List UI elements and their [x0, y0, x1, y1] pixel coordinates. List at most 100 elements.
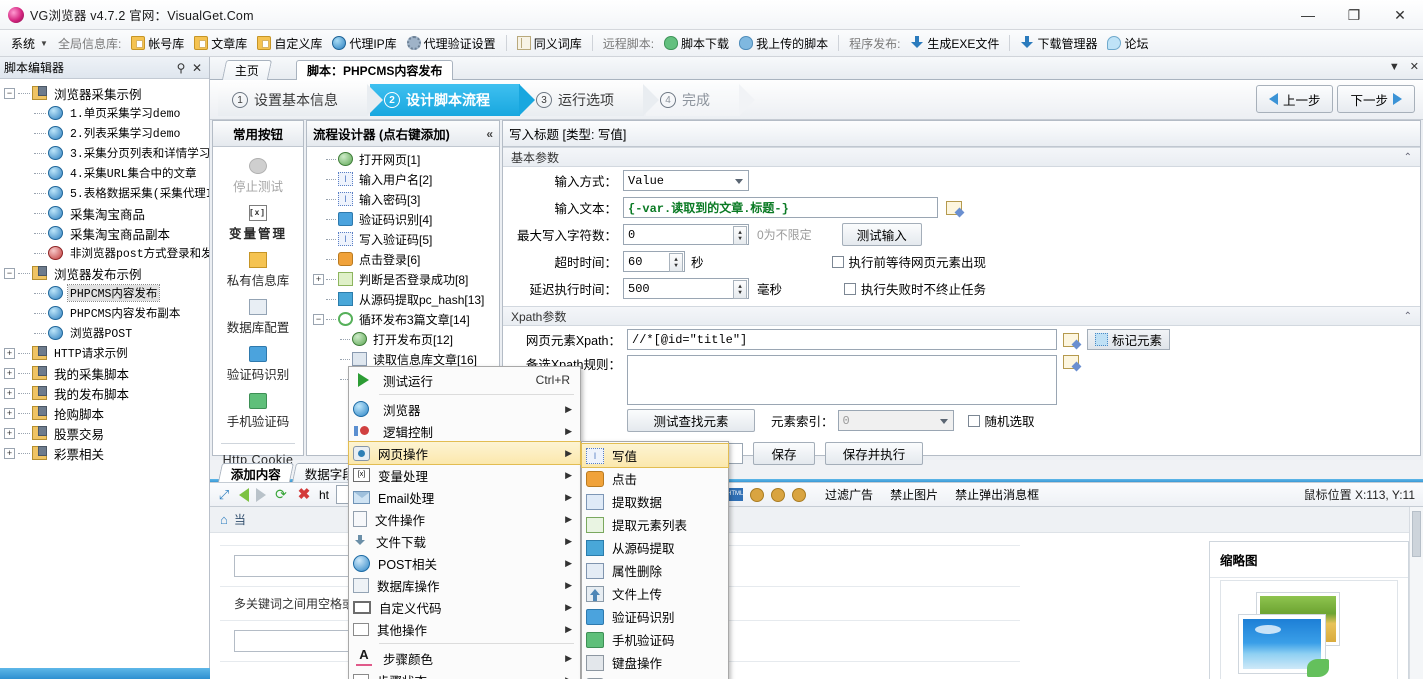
menu-system[interactable]: 系统 ▼ [6, 32, 53, 54]
context-menu-item[interactable]: 逻辑控制▶ [349, 420, 580, 442]
tree-item[interactable]: −浏览器采集示例 [0, 83, 209, 103]
quick-button-variable[interactable]: [x]变量管理 [213, 202, 303, 249]
menu-my-uploaded-scripts[interactable]: 我上传的脚本 [734, 32, 833, 54]
menu-forum[interactable]: 论坛 [1102, 32, 1153, 54]
submenu-item[interactable]: 键盘操作 [582, 651, 728, 674]
context-menu-item[interactable]: 文件操作▶ [349, 508, 580, 530]
pin-icon[interactable]: ⚲ [173, 61, 189, 75]
prev-step-button[interactable]: 上一步 [1256, 85, 1334, 113]
chevron-up-icon[interactable]: ⌃ [1404, 311, 1412, 322]
maximize-button[interactable]: ❐ [1331, 0, 1377, 30]
flow-node[interactable]: 打开发布页[12] [307, 329, 499, 349]
tree-item[interactable]: 3.采集分页列表和详情学习d [0, 143, 209, 163]
input-mode-select[interactable]: Value [623, 170, 749, 191]
menu-download-manager[interactable]: 下载管理器 [1015, 32, 1102, 54]
tree-expander-icon[interactable]: − [4, 268, 15, 279]
tree-item[interactable]: 非浏览器post方式登录和发布 [0, 243, 209, 263]
test-input-button[interactable]: 测试输入 [842, 223, 922, 246]
tree-item[interactable]: 1.单页采集学习demo [0, 103, 209, 123]
save-button[interactable]: 保存 [753, 442, 815, 465]
tree-expander-icon[interactable]: + [4, 388, 15, 399]
tab-home[interactable]: 主页 [222, 60, 272, 80]
max-chars-input[interactable]: 0 ▲▼ [623, 224, 749, 245]
quick-button-database[interactable]: 数据库配置 [213, 296, 303, 343]
submenu-item[interactable]: 属性删除 [582, 559, 728, 582]
menu-script-download[interactable]: 脚本下载 [659, 32, 734, 54]
filter-ads-button[interactable]: 过滤广告 [825, 486, 873, 503]
tree-item[interactable]: −浏览器发布示例 [0, 263, 209, 283]
context-submenu-webpage-ops[interactable]: I写值点击提取数据提取元素列表从源码提取属性删除文件上传验证码识别手机验证码键盘… [581, 441, 729, 679]
context-menu-item[interactable]: 网页操作▶ [349, 442, 580, 464]
tree-expander-icon[interactable]: + [4, 408, 15, 419]
forward-icon[interactable] [256, 488, 266, 502]
flow-expander-icon[interactable]: + [313, 274, 324, 285]
wizard-step-1[interactable]: 1设置基本信息 [218, 84, 368, 116]
insert-variable-icon[interactable] [946, 201, 962, 215]
spinner-icon[interactable]: ▲▼ [669, 253, 683, 272]
input-text-field[interactable]: {-var.读取到的文章.标题-} [623, 197, 938, 218]
quick-button-folder[interactable]: 私有信息库 [213, 249, 303, 296]
submenu-item[interactable]: 从源码提取 [582, 536, 728, 559]
wizard-step-2[interactable]: 2设计脚本流程 [370, 84, 520, 116]
context-menu-item[interactable]: 浏览器▶ [349, 398, 580, 420]
menu-article-library[interactable]: 文章库 [189, 32, 252, 54]
quick-button-captcha[interactable]: 验证码识别 [213, 343, 303, 390]
block-images-button[interactable]: 禁止图片 [890, 486, 938, 503]
submenu-item[interactable]: 文件上传 [582, 582, 728, 605]
save-and-run-button[interactable]: 保存并执行 [825, 442, 923, 465]
bottom-tab[interactable]: 添加内容 [218, 463, 294, 482]
flow-expander-icon[interactable]: − [313, 314, 324, 325]
flow-node[interactable]: −循环发布3篇文章[14] [307, 309, 499, 329]
submenu-item[interactable]: 提取数据 [582, 490, 728, 513]
scrollbar-thumb[interactable] [1412, 511, 1421, 557]
insert-variable-icon[interactable] [1063, 355, 1079, 369]
tree-item[interactable]: PHPCMS内容发布 [0, 283, 209, 303]
menu-proxy-ip-library[interactable]: 代理IP库 [327, 32, 401, 54]
flow-node[interactable]: +判断是否登录成功[8] [307, 269, 499, 289]
context-menu-item[interactable]: 数据库操作▶ [349, 574, 580, 596]
context-menu-item[interactable]: 文件下载▶ [349, 530, 580, 552]
mark-element-button[interactable]: 标记元素 [1087, 329, 1170, 350]
wizard-step-3[interactable]: 3运行选项 [522, 84, 644, 116]
tree-item[interactable]: +彩票相关 [0, 443, 209, 463]
menu-account-library[interactable]: 帐号库 [126, 32, 189, 54]
xpath-input[interactable]: //*[@id="title"] [627, 329, 1057, 350]
tree-item[interactable]: 采集淘宝商品副本 [0, 223, 209, 243]
context-menu-item[interactable]: A步骤颜色▶ [349, 647, 580, 669]
scroll-up-icon[interactable]: ▲ [1410, 507, 1423, 509]
flow-node[interactable]: 从源码提取pc_hash[13] [307, 289, 499, 309]
minimize-button[interactable]: — [1285, 0, 1331, 30]
tree-item[interactable]: +我的发布脚本 [0, 383, 209, 403]
tree-expander-icon[interactable]: + [4, 368, 15, 379]
timeout-input[interactable]: 60 ▲▼ [623, 251, 685, 272]
home-icon[interactable]: ⌂ [220, 512, 228, 527]
tree-item[interactable]: +HTTP请求示例 [0, 343, 209, 363]
thumbnail-preview[interactable] [1220, 580, 1398, 679]
menu-synonym-library[interactable]: 同义词库 [512, 32, 587, 54]
section-xpath-params[interactable]: Xpath参数 ⌃ [503, 306, 1420, 326]
tab-script[interactable]: 脚本：PHPCMS内容发布 [296, 60, 453, 80]
flow-node[interactable]: I输入用户名[2] [307, 169, 499, 189]
tree-item[interactable]: 4.采集URL集合中的文章 [0, 163, 209, 183]
tree-item[interactable]: 5.表格数据采集(采集代理IP [0, 183, 209, 203]
expand-icon[interactable]: ⤢ [216, 487, 232, 503]
flow-node[interactable]: I输入密码[3] [307, 189, 499, 209]
block-popups-button[interactable]: 禁止弹出消息框 [955, 486, 1039, 503]
tree-item[interactable]: 2.列表采集学习demo [0, 123, 209, 143]
menu-proxy-verify-settings[interactable]: 代理验证设置 [402, 32, 501, 54]
submenu-item[interactable]: I写值 [582, 444, 728, 467]
tree-expander-icon[interactable]: + [4, 348, 15, 359]
script-tree[interactable]: −浏览器采集示例1.单页采集学习demo2.列表采集学习demo3.采集分页列表… [0, 79, 209, 679]
delay-input[interactable]: 500 ▲▼ [623, 278, 749, 299]
tree-item[interactable]: 浏览器POST [0, 323, 209, 343]
section-basic-params[interactable]: 基本参数 ⌃ [503, 147, 1420, 167]
quick-button-phone[interactable]: 手机验证码 [213, 390, 303, 437]
context-menu-item[interactable]: 自定义代码▶ [349, 596, 580, 618]
submenu-item[interactable]: 坐标点击 [582, 674, 728, 679]
tree-item[interactable]: +股票交易 [0, 423, 209, 443]
close-icon[interactable]: ✕ [189, 61, 205, 75]
context-menu-item[interactable]: Email处理▶ [349, 486, 580, 508]
wait-element-checkbox[interactable]: 执行前等待网页元素出现 [832, 252, 987, 271]
context-menu-item[interactable]: 测试运行Ctrl+R [349, 369, 580, 391]
context-menu[interactable]: 测试运行Ctrl+R浏览器▶逻辑控制▶网页操作▶[x]变量处理▶Email处理▶… [348, 366, 581, 679]
